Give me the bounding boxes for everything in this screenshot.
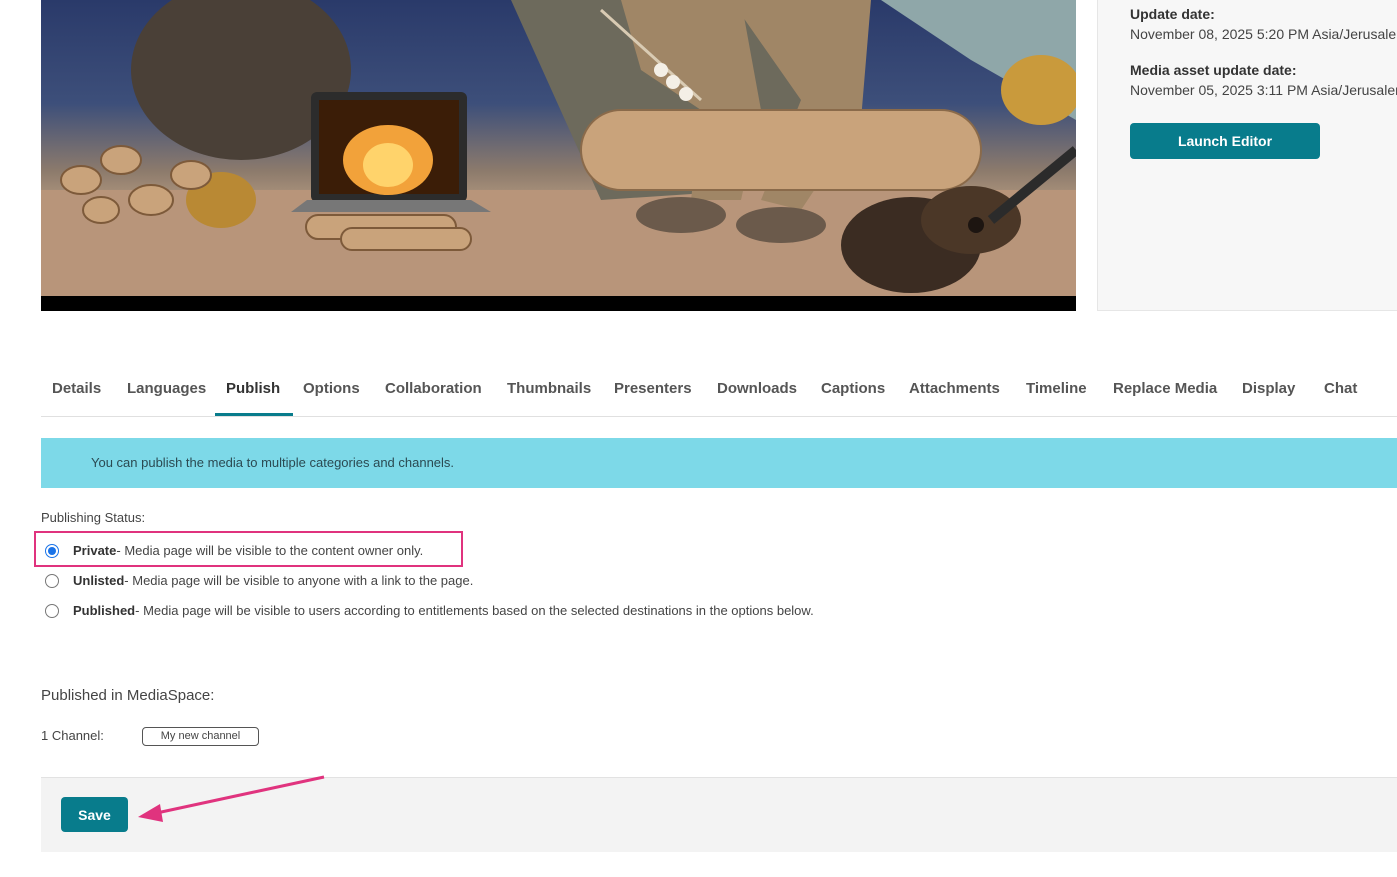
tab-downloads[interactable]: Downloads [717,380,797,397]
media-details-panel: Update date: November 08, 2025 5:20 PM A… [1097,0,1397,311]
form-footer: Save [41,777,1397,852]
tab-collaboration[interactable]: Collaboration [385,380,482,397]
info-alert: You can publish the media to multiple ca… [41,438,1397,488]
tab-details[interactable]: Details [52,380,101,397]
launch-editor-button[interactable]: Launch Editor [1130,123,1320,159]
unlisted-option-title: Unlisted [73,573,125,588]
tab-languages[interactable]: Languages [127,380,206,397]
radio-option-published[interactable]: Published - Media page will be visible t… [45,603,814,618]
update-date-label: Update date: [1130,6,1215,22]
tab-captions[interactable]: Captions [821,380,885,397]
publishing-status-label: Publishing Status: [41,510,146,525]
tab-display[interactable]: Display [1242,380,1295,397]
published-radio-button[interactable] [45,603,59,618]
unlisted-radio-button[interactable] [45,573,59,588]
private-option-title: Private [73,543,117,558]
video-thumbnail-scene[interactable] [41,0,1076,296]
save-button[interactable]: Save [61,797,128,832]
update-date-value: November 08, 2025 5:20 PM Asia/Jerusalem [1130,26,1397,42]
private-radio-button[interactable] [45,543,59,558]
video-control-bar[interactable] [41,296,1076,311]
campfire-scene-illustration [41,0,1076,296]
media-edit-tabs: Details Languages Publish Options Collab… [41,368,1397,417]
radio-option-unlisted[interactable]: Unlisted - Media page will be visible to… [45,573,473,588]
tab-options[interactable]: Options [303,380,360,397]
tab-timeline[interactable]: Timeline [1026,380,1087,397]
published-in-mediaspace-title: Published in MediaSpace: [41,687,215,704]
unlisted-option-description: - Media page will be visible to anyone w… [124,573,474,588]
asset-update-date-value: November 05, 2025 3:11 PM Asia/Jerusalem [1130,82,1397,98]
channel-count-label: 1 Channel: [41,728,104,743]
tab-chat[interactable]: Chat [1324,380,1357,397]
tab-attachments[interactable]: Attachments [909,380,1000,397]
info-alert-text: You can publish the media to multiple ca… [91,455,455,470]
tab-replace-media[interactable]: Replace Media [1113,380,1217,397]
tab-publish[interactable]: Publish [226,380,280,397]
asset-update-date-label: Media asset update date: [1130,62,1297,78]
radio-option-private[interactable]: Private - Media page will be visible to … [45,543,423,558]
published-option-title: Published [73,603,136,618]
video-player[interactable] [41,0,1076,311]
tab-thumbnails[interactable]: Thumbnails [507,380,591,397]
published-option-description: - Media page will be visible to users ac… [135,603,814,618]
active-tab-indicator [215,413,293,416]
channel-chip[interactable]: My new channel [142,727,259,746]
private-option-description: - Media page will be visible to the cont… [116,543,424,558]
tab-presenters[interactable]: Presenters [614,380,692,397]
